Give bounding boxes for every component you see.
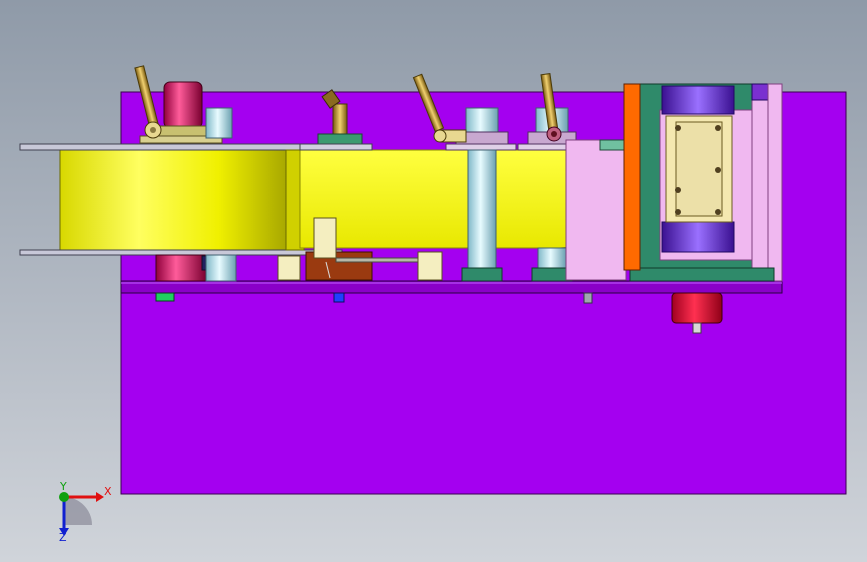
bolt-bottom-left [675,209,681,215]
reel-drum [59,149,287,251]
frame-base [629,267,775,282]
axis-triad: X Y Z [59,480,112,544]
bolt-top-left [675,125,681,131]
bolt-bottom-right [715,209,721,215]
bolt-mid-right [715,167,721,173]
center-roller-base [445,143,517,151]
center-roller-top-cap [465,107,499,133]
clamp-block-face [675,121,723,217]
y-axis-dot [59,492,69,502]
frame-right-post [751,99,769,271]
z-axis-label: Z [59,531,67,544]
bolt-top-right [715,125,721,131]
rod-shaft [335,257,421,263]
center-lever-pivot [433,129,447,143]
green-fitting [155,292,175,302]
left-lever-pin [150,127,156,133]
right-roller-lower [537,247,567,269]
blue-fitting [333,292,345,303]
lower-motor-shaft [692,322,702,334]
orange-side-bracket[interactable] [623,83,641,271]
reel-bottom-flange [19,249,343,256]
cad-viewport[interactable]: X Y Z [0,0,867,562]
motor-lower-body [155,254,207,282]
bottom-cylinder [661,221,735,253]
pink-guide-plate[interactable] [565,139,627,281]
x-axis-label: X [104,485,112,498]
y-axis-label: Y [59,480,67,493]
bolt-mid-left [675,187,681,193]
rod-left-block [277,255,301,281]
left-roller-lower [205,254,237,282]
frame-top-cap [751,83,769,101]
rod-end-block [417,251,443,281]
top-cylinder [661,85,735,115]
middle-clamp-stem [332,103,348,135]
pressure-frame[interactable] [629,83,783,282]
reel-top-flange [19,143,343,151]
tape-reel[interactable] [19,143,343,256]
x-axis-arrow [96,492,104,502]
lower-motor-body [671,292,723,324]
right-lever-pin [551,131,557,137]
left-guide-roller[interactable] [205,107,233,139]
center-roller-foot [461,267,503,282]
small-fitting [583,292,593,304]
center-roller-shaft [467,149,497,269]
middle-clamp-plate [299,143,373,151]
triad-shadow [64,497,92,525]
motor-body [163,81,203,129]
rod-upper-block [313,217,337,259]
frame-outer-post [767,83,783,282]
